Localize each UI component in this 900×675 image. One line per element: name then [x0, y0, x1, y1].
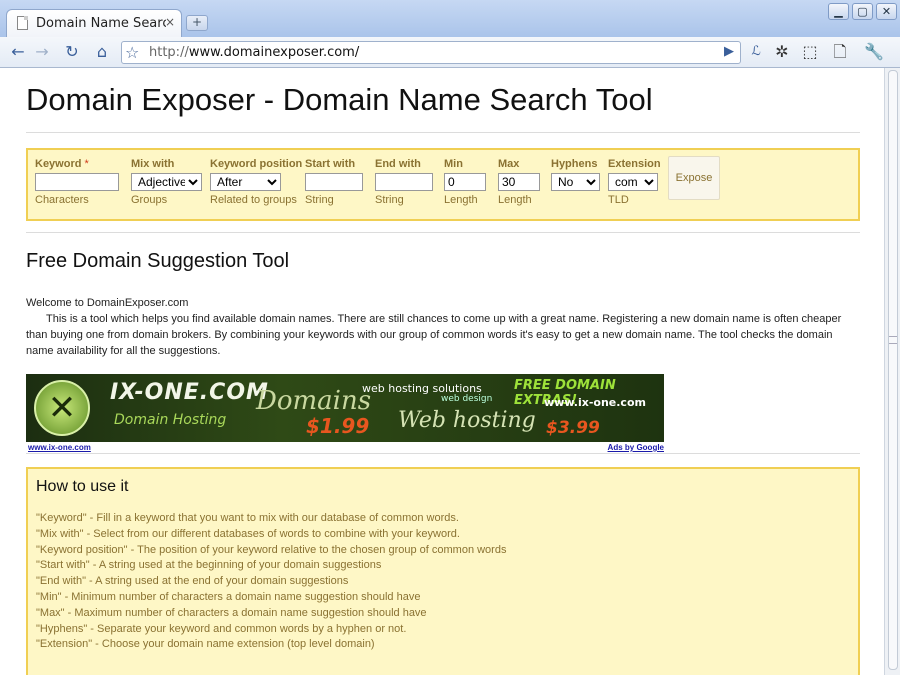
extension-field: Extension com TLD [608, 158, 661, 206]
ad-price-hosting: $3.99 [546, 418, 600, 438]
ad-url: www.ix-one.com [544, 396, 646, 409]
ads-by-google-link[interactable]: Ads by Google [608, 443, 664, 452]
min-label: Min [444, 158, 463, 170]
ad-logo-icon: ✕ [34, 380, 90, 436]
browser-toolbar: ← → ↻ ⌂ ☆ http://www.domainexposer.com/ … [0, 37, 900, 68]
extension-hint: TLD [608, 194, 629, 206]
section-title: Free Domain Suggestion Tool [26, 250, 290, 272]
list-item: "Start with" - A string used at the begi… [36, 559, 382, 572]
window-icon[interactable]: ⬚ [798, 41, 822, 63]
mix-with-hint: Groups [131, 194, 168, 206]
hyphens-select[interactable]: No [551, 173, 600, 191]
mix-with-label: Mix with [131, 158, 175, 170]
intro-paragraph: This is a tool which helps you find avai… [26, 313, 842, 357]
extension-select[interactable]: com [608, 173, 658, 191]
keyword-position-field: Keyword position After Related to groups [210, 158, 302, 206]
banner-ad[interactable]: ✕ IX-ONE.COM Domain Hosting Domains $1.9… [26, 374, 664, 442]
close-window-button[interactable]: ✕ [876, 3, 897, 20]
start-with-field: Start with String [305, 158, 363, 206]
url-text[interactable]: http://www.domainexposer.com/ [149, 45, 359, 60]
ad-domains: Domains [256, 386, 372, 416]
mix-with-select[interactable]: Adjectives [131, 173, 202, 191]
min-field: Min Length [444, 158, 486, 206]
ad-link[interactable]: www.ix-one.com [28, 443, 91, 452]
extension-icon[interactable]: ℒ [744, 41, 768, 63]
expose-button[interactable]: Expose [668, 156, 720, 200]
start-with-hint: String [305, 194, 334, 206]
home-icon[interactable]: ⌂ [90, 41, 114, 63]
ad-brand: IX-ONE.COM [110, 380, 269, 405]
page-menu-icon[interactable]: 🗋 [828, 41, 852, 63]
min-input[interactable] [444, 173, 486, 191]
hyphens-label: Hyphens [551, 158, 598, 170]
list-item: "End with" - A string used at the end of… [36, 575, 349, 588]
intro-text: Welcome to DomainExposer.com This is a t… [26, 295, 862, 359]
tab-close-icon[interactable]: × [165, 15, 175, 29]
ad-services-2: web design [441, 394, 493, 404]
minimize-button[interactable]: ▁ [828, 3, 849, 20]
page-icon [17, 16, 28, 30]
divider [26, 232, 860, 233]
ad-brand-sub: Domain Hosting [114, 412, 227, 428]
keyword-hint: Characters [35, 194, 89, 206]
max-input[interactable] [498, 173, 540, 191]
max-field: Max Length [498, 158, 540, 206]
keyword-position-select[interactable]: After [210, 173, 281, 191]
go-icon[interactable]: ▶ [724, 44, 734, 59]
max-label: Max [498, 158, 520, 170]
reload-icon[interactable]: ↻ [60, 41, 84, 63]
browser-titlebar: Domain Name Searc... × + ▁ ▢ ✕ [0, 0, 900, 37]
new-tab-button[interactable]: + [186, 15, 208, 31]
list-item: "Max" - Maximum number of characters a d… [36, 606, 427, 619]
how-to-use-box: How to use it "Keyword" - Fill in a keyw… [26, 467, 860, 675]
end-with-input[interactable] [375, 173, 433, 191]
ad-web-hosting: Web hosting [398, 408, 536, 433]
wrench-icon[interactable]: 🔧 [862, 41, 886, 63]
divider [26, 132, 860, 133]
extension-label: Extension [608, 158, 661, 170]
scrollbar-grip [889, 336, 897, 344]
start-with-input[interactable] [305, 173, 363, 191]
welcome-line: Welcome to DomainExposer.com [26, 297, 189, 309]
keyword-position-label: Keyword position [210, 158, 303, 170]
ad-price-domains: $1.99 [306, 414, 370, 438]
puzzle-icon[interactable]: ✲ [770, 41, 794, 63]
hyphens-field: Hyphens No [551, 158, 600, 191]
list-item: "Keyword" - Fill in a keyword that you w… [36, 512, 459, 524]
end-with-field: End with String [375, 158, 433, 206]
list-item: "Mix with" - Select from our different d… [36, 527, 460, 540]
list-item: "Extension" - Choose your domain name ex… [36, 638, 375, 651]
list-item: "Min" - Minimum number of characters a d… [36, 590, 421, 603]
how-to-title: How to use it [36, 478, 129, 495]
max-hint: Length [498, 194, 532, 206]
mix-with-field: Mix with Adjectives Groups [131, 158, 202, 206]
keyword-position-hint: Related to groups [210, 194, 297, 206]
list-item: "Hyphens" - Separate your keyword and co… [36, 622, 407, 635]
start-with-label: Start with [305, 158, 356, 170]
keyword-field: Keyword * Characters [35, 158, 119, 206]
min-hint: Length [444, 194, 478, 206]
keyword-label: Keyword * [35, 158, 89, 170]
address-bar[interactable]: ☆ http://www.domainexposer.com/ ▶ [121, 41, 741, 64]
page-viewport: Domain Exposer - Domain Name Search Tool… [0, 68, 884, 675]
divider [26, 453, 860, 454]
search-form: Keyword * Characters Mix with Adjectives… [26, 148, 860, 221]
scrollbar-thumb[interactable] [888, 70, 898, 670]
list-item: "Keyword position" - The position of you… [36, 543, 507, 556]
keyword-input[interactable] [35, 173, 119, 191]
back-icon[interactable]: ← [6, 41, 30, 63]
how-to-list: "Keyword" - Fill in a keyword that you w… [36, 511, 506, 653]
page-title: Domain Exposer - Domain Name Search Tool [26, 82, 653, 117]
bookmark-star-icon[interactable]: ☆ [125, 43, 139, 62]
vertical-scrollbar[interactable] [884, 68, 900, 675]
end-with-label: End with [375, 158, 421, 170]
forward-icon[interactable]: → [30, 41, 54, 63]
end-with-hint: String [375, 194, 404, 206]
maximize-button[interactable]: ▢ [852, 3, 873, 20]
tab-title: Domain Name Searc... [36, 16, 166, 31]
browser-tab[interactable]: Domain Name Searc... × [6, 9, 182, 37]
